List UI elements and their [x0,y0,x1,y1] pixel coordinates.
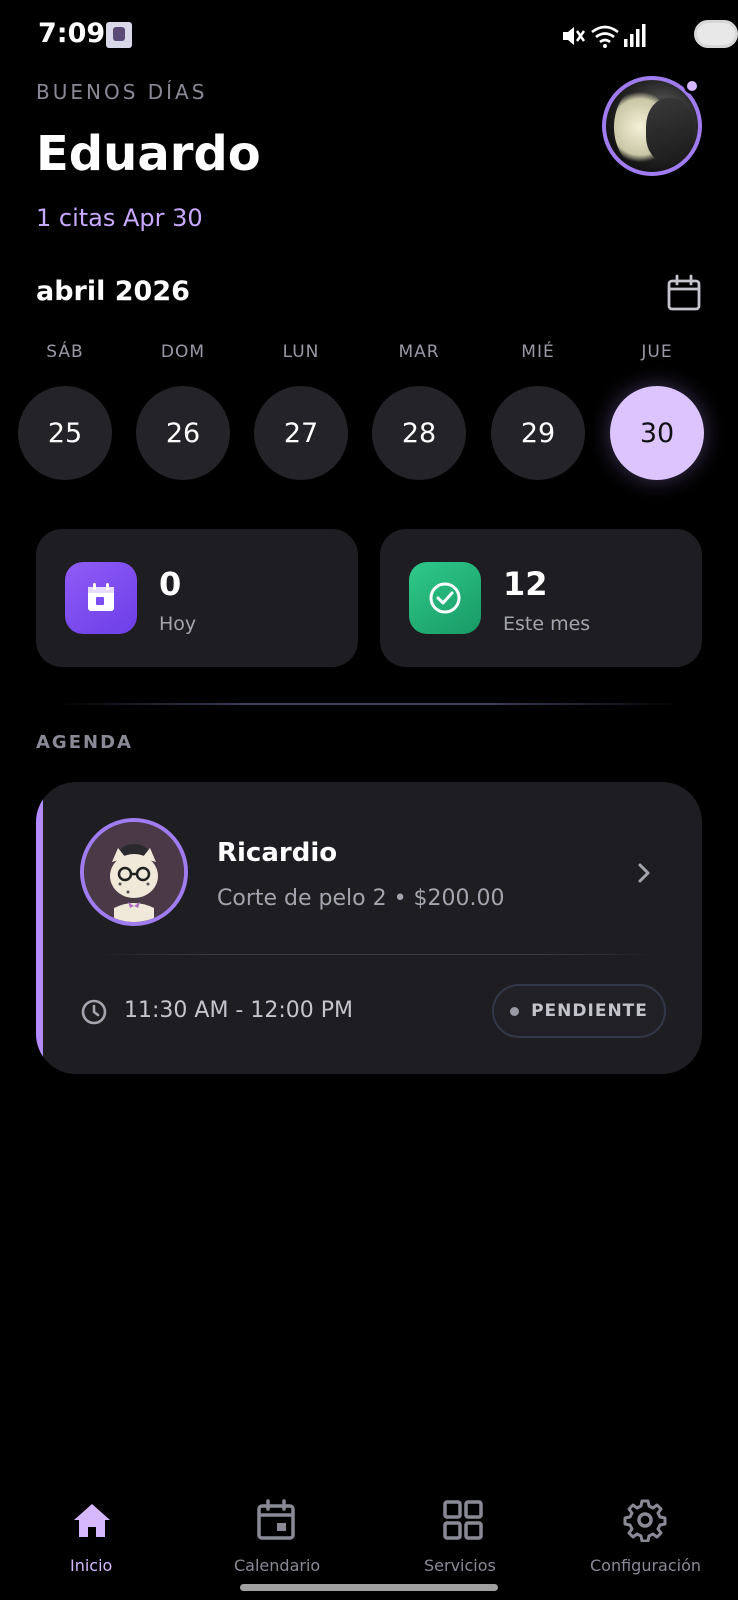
day-label: SÁB [46,342,84,362]
stat-card-month[interactable]: 12 Este mes [380,529,702,667]
day-number: 27 [283,417,319,449]
card-divider [96,954,656,955]
day-27[interactable]: LUN 27 [254,340,348,480]
cat-avatar-illustration [84,822,184,922]
day-number: 28 [401,417,437,449]
battery-icon [694,20,738,48]
status-bar: 7:09 [0,0,738,70]
calendar-icon [257,1499,295,1540]
week-strip: SÁB 25 DOM 26 LUN 27 MAR 28 MIÉ 29 JUE 3… [0,340,738,480]
stat-icon-month [409,562,481,634]
stat-card-today[interactable]: 0 Hoy [36,529,358,667]
day-29[interactable]: MIÉ 29 [491,340,585,480]
client-name: Ricardio [217,838,338,868]
stat-icon-today [65,562,137,634]
notification-app-icon [106,22,132,48]
agenda-section-title: AGENDA [36,732,133,753]
nav-item-calendario[interactable]: Calendario [226,1480,346,1576]
stat-label-month: Este mes [503,613,591,635]
greeting-label: BUENOS DÍAS [36,80,208,104]
check-circle-icon [429,582,461,614]
appointment-time: 11:30 AM - 12:00 PM [124,998,353,1023]
section-divider [56,703,682,705]
chevron-right-icon[interactable] [630,858,658,888]
calendar-icon [88,583,114,611]
nav-label-inicio: Inicio [70,1556,113,1575]
day-circle[interactable]: 26 [136,386,230,480]
grid-icon [443,1500,483,1540]
status-dot [510,1006,520,1016]
clock-icon [81,999,107,1025]
nav-item-servicios[interactable]: Servicios [420,1480,530,1576]
day-26[interactable]: DOM 26 [136,340,230,480]
bottom-nav: Inicio Calendario Servicios Configuració… [0,1480,738,1600]
day-label: MAR [398,342,440,362]
mute-icon [563,27,586,45]
client-service: Corte de pelo 2 • $200.00 [217,886,505,911]
appointment-accent-bar [36,782,43,1074]
appointments-summary: 1 citas Apr 30 [36,204,203,232]
day-label: JUE [641,342,673,362]
home-indicator[interactable] [240,1584,498,1591]
nav-label-calendario: Calendario [234,1556,321,1575]
status-icons [560,21,682,49]
day-circle[interactable]: 25 [18,386,112,480]
nav-item-inicio[interactable]: Inicio [46,1480,136,1576]
day-circle[interactable]: 27 [254,386,348,480]
day-number: 30 [639,417,675,449]
day-label: DOM [160,342,206,362]
month-label: abril 2026 [36,276,190,307]
day-label: MIÉ [521,342,555,362]
day-circle[interactable]: 30 [610,386,704,480]
status-badge: PENDIENTE [492,984,666,1038]
day-circle[interactable]: 29 [491,386,585,480]
home-icon [74,1504,110,1537]
day-circle[interactable]: 28 [372,386,466,480]
stat-label-today: Hoy [159,613,197,635]
stat-value-today: 0 [159,565,182,603]
status-time: 7:09 [38,18,106,49]
nav-label-configuracion: Configuración [590,1556,702,1575]
day-number: 26 [165,417,201,449]
status-badge-text: PENDIENTE [531,1001,648,1021]
gear-icon [623,1499,667,1542]
online-indicator [684,78,700,94]
day-number: 29 [520,417,556,449]
day-30-selected[interactable]: JUE 30 [610,340,704,480]
stat-value-month: 12 [503,565,548,603]
nav-item-configuracion[interactable]: Configuración [588,1480,728,1576]
calendar-icon[interactable] [666,274,702,312]
appointment-card[interactable]: Ricardio Corte de pelo 2 • $200.00 11:30… [36,782,702,1074]
day-25[interactable]: SÁB 25 [18,340,112,480]
day-28[interactable]: MAR 28 [372,340,466,480]
wifi-icon [591,25,619,48]
signal-icon [624,24,646,47]
user-name: Eduardo [36,126,261,182]
day-label: LUN [282,342,320,362]
nav-label-servicios: Servicios [424,1556,496,1575]
day-number: 25 [47,417,83,449]
client-avatar [80,818,188,926]
